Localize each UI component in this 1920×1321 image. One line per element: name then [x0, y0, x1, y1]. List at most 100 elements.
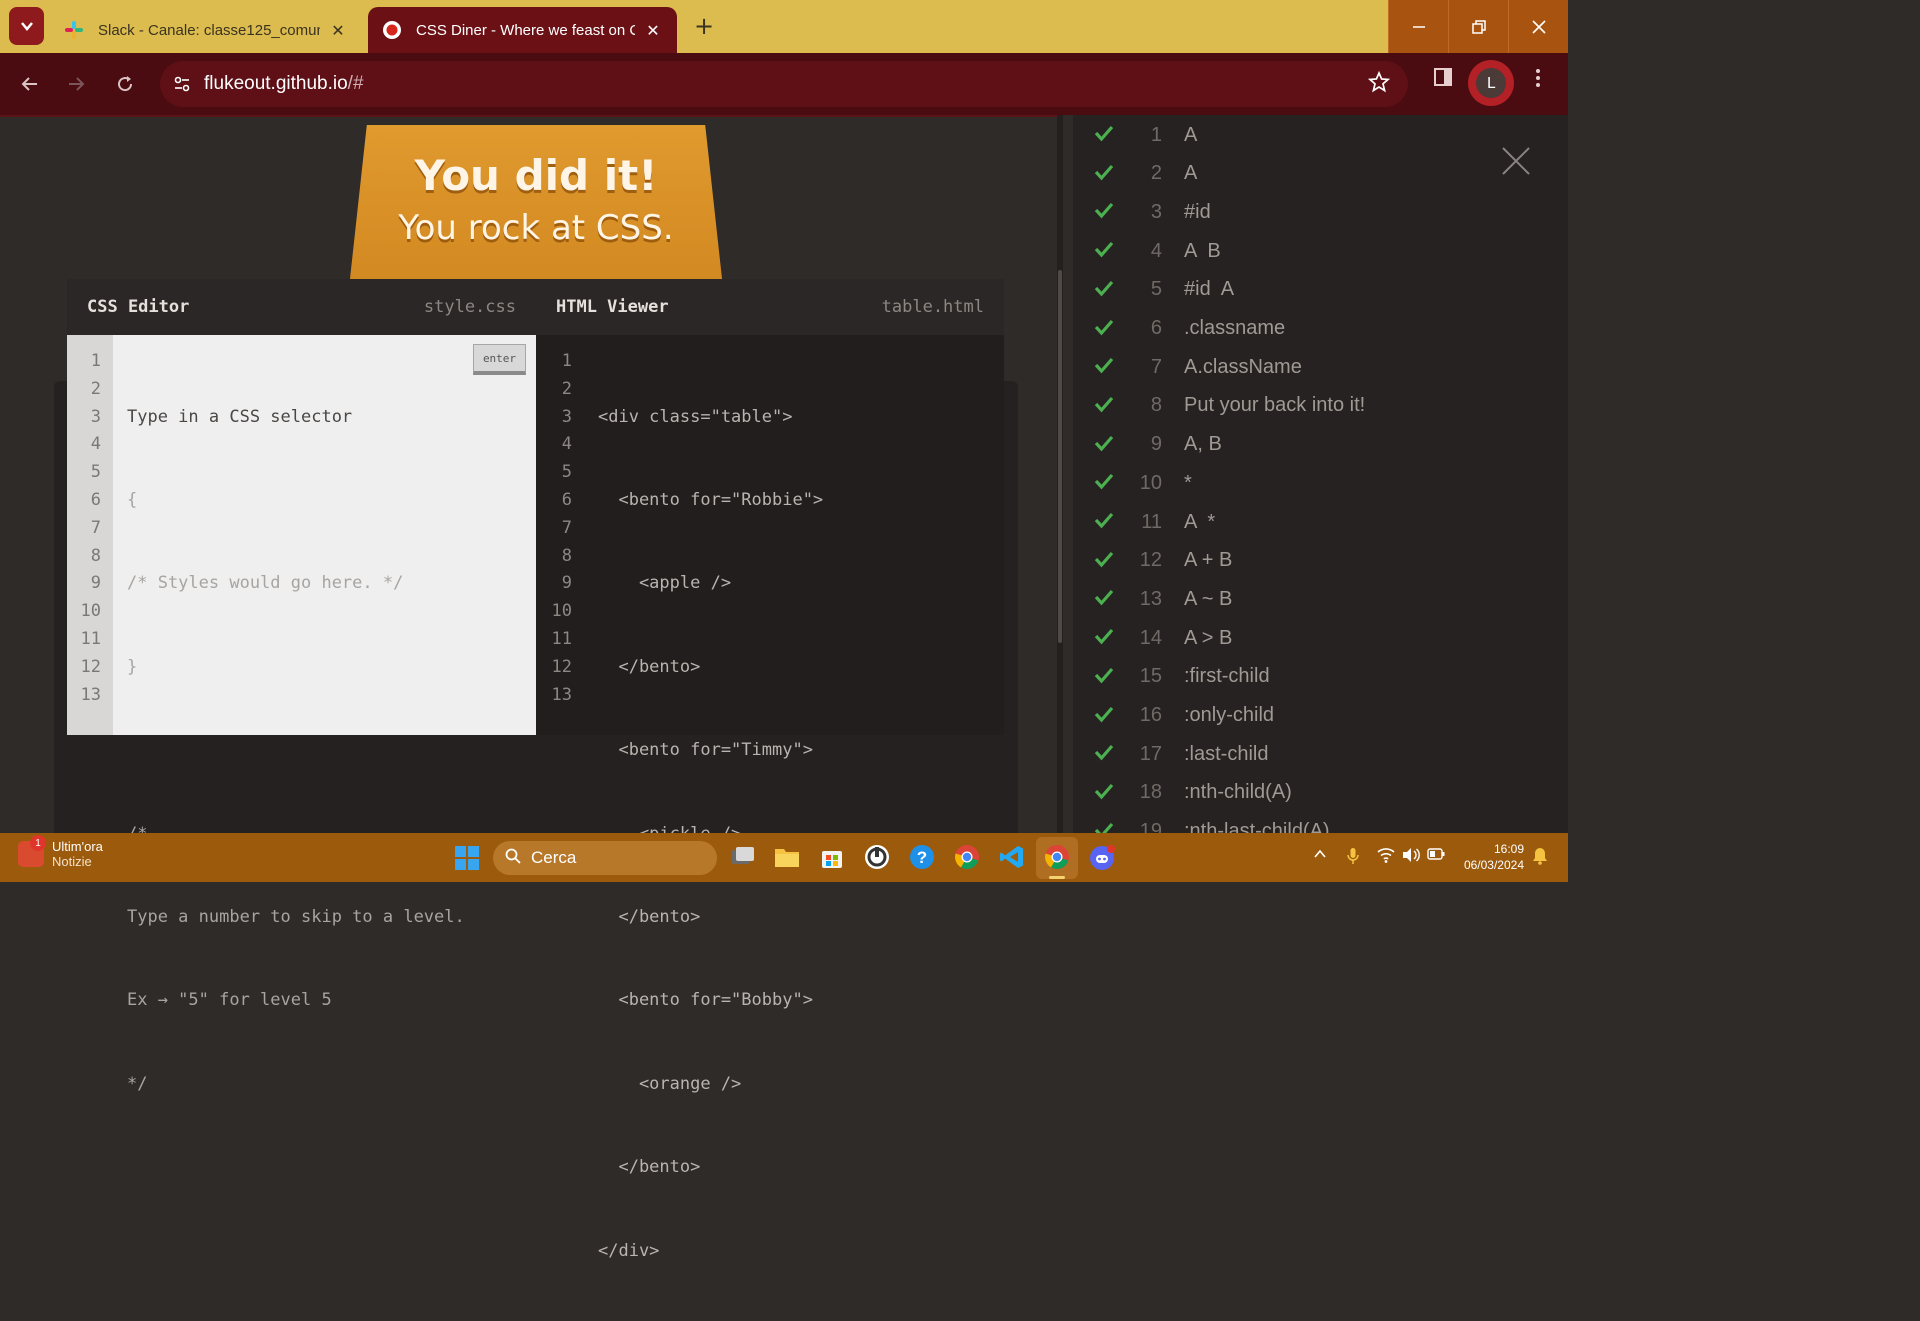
markup-line[interactable]: </div> — [598, 1238, 823, 1266]
vscode-icon[interactable] — [997, 842, 1027, 872]
discord-icon[interactable] — [1087, 842, 1117, 872]
page-scrollbar[interactable] — [1057, 115, 1063, 833]
level-item[interactable]: 9 A, B — [1094, 426, 1222, 464]
line-number: 3 — [561, 406, 572, 427]
taskbar-search[interactable]: Cerca — [493, 841, 717, 875]
line-number: 10 — [551, 601, 572, 622]
address-bar[interactable]: flukeout.github.io/# — [160, 61, 1408, 107]
new-tab-button[interactable]: + — [690, 11, 718, 41]
markup-line[interactable]: <apple /> — [598, 570, 823, 598]
level-item[interactable]: 7 A.className — [1094, 348, 1302, 386]
level-number: 10 — [1139, 471, 1162, 494]
level-selector: A ~ B — [1184, 587, 1233, 610]
html-viewer-filename: table.html — [881, 297, 984, 317]
level-item[interactable]: 4 A B — [1094, 232, 1221, 270]
kebab-menu-icon[interactable] — [1532, 67, 1544, 94]
markup-line[interactable]: <bento for="Bobby"> — [598, 987, 823, 1015]
markup-line[interactable]: </bento> — [598, 654, 823, 682]
level-selector: .classname — [1184, 317, 1286, 339]
level-item[interactable]: 13 A ~ B — [1094, 580, 1232, 618]
check-icon — [1094, 238, 1118, 264]
level-item[interactable]: 2A — [1094, 155, 1197, 193]
level-number: 18 — [1139, 781, 1162, 804]
level-selector: A.className — [1184, 355, 1302, 378]
line-number: 4 — [561, 434, 572, 455]
markup-line[interactable]: </bento> — [598, 904, 823, 932]
level-item[interactable]: 12 A + B — [1094, 542, 1232, 580]
markup-line[interactable]: </bento> — [598, 1154, 823, 1182]
level-selector: Put your back into it! — [1184, 394, 1366, 417]
tab-search-button[interactable] — [9, 7, 44, 45]
markup-line[interactable]: <orange /> — [598, 1071, 823, 1099]
markup-line[interactable]: <bento for="Timmy"> — [598, 737, 823, 765]
markup-line[interactable]: <div class="table"> — [598, 404, 823, 432]
line-number: 6 — [561, 489, 572, 510]
help-icon[interactable]: ? — [907, 842, 937, 872]
level-item[interactable]: 3 #id — [1094, 193, 1211, 231]
line-number: 1 — [90, 351, 101, 371]
level-item[interactable]: 1A — [1094, 116, 1197, 154]
reload-button[interactable] — [111, 70, 139, 98]
system-clock[interactable]: 16:09 06/03/2024 — [1452, 841, 1524, 873]
profile-avatar[interactable]: L — [1468, 60, 1514, 106]
close-icon — [1531, 19, 1546, 34]
css-input-area[interactable]: Type in a CSS selector { /* Styles would… — [113, 335, 536, 1094]
windows-start-icon[interactable] — [455, 846, 479, 870]
news-subtitle: Notizie — [52, 854, 92, 869]
file-explorer-icon[interactable] — [772, 842, 802, 872]
chevron-up-icon[interactable] — [1313, 847, 1327, 865]
wifi-icon[interactable] — [1377, 847, 1395, 867]
news-widget[interactable]: 1 Ultim'ora Notizie — [18, 835, 103, 869]
check-icon — [1094, 393, 1118, 419]
level-item[interactable]: 11 A * — [1094, 503, 1215, 541]
level-item[interactable]: 15:first-child — [1094, 658, 1270, 696]
volume-icon[interactable] — [1402, 847, 1420, 867]
level-number: 9 — [1150, 433, 1162, 456]
minimize-button[interactable] — [1388, 0, 1448, 53]
check-icon — [1094, 703, 1118, 729]
close-window-button[interactable] — [1508, 0, 1568, 53]
level-selector: :first-child — [1184, 665, 1270, 688]
level-item[interactable]: 17:last-child — [1094, 735, 1268, 773]
level-item[interactable]: 18:nth-child(A) — [1094, 774, 1292, 812]
level-item[interactable]: 8 Put your back into it! — [1094, 387, 1365, 425]
restore-button[interactable] — [1448, 0, 1508, 53]
check-icon — [1094, 354, 1118, 380]
level-selector: #id — [1184, 200, 1211, 223]
level-selector: A — [1184, 123, 1198, 146]
css-selector-placeholder[interactable]: Type in a CSS selector — [127, 404, 465, 432]
markup-line[interactable]: <bento for="Robbie"> — [598, 487, 823, 515]
url-text[interactable]: flukeout.github.io/# — [204, 73, 364, 95]
forward-button[interactable] — [62, 70, 90, 98]
store-icon[interactable] — [817, 842, 847, 872]
tab-close-icon[interactable]: ✕ — [328, 21, 348, 40]
level-item[interactable]: 14 A > B — [1094, 619, 1232, 657]
line-number: 9 — [561, 573, 572, 594]
scrollbar-thumb[interactable] — [1058, 270, 1062, 643]
microphone-icon[interactable] — [1347, 847, 1359, 869]
level-item[interactable]: 5 #id A — [1094, 271, 1234, 309]
app-circle-icon[interactable] — [862, 842, 892, 872]
css-editor-header: CSS Editor style.css — [67, 279, 536, 335]
bookmark-star-icon[interactable] — [1367, 70, 1391, 99]
battery-icon[interactable] — [1427, 847, 1445, 865]
site-settings-icon[interactable] — [160, 62, 204, 106]
tab-slack[interactable]: Slack - Canale: classe125_comunicazioni … — [50, 7, 362, 53]
chrome-icon[interactable] — [952, 842, 982, 872]
level-item[interactable]: 16:only-child — [1094, 697, 1274, 735]
enter-button[interactable]: enter — [473, 344, 526, 375]
task-view-icon[interactable] — [728, 842, 758, 872]
chrome-active-icon[interactable] — [1042, 842, 1072, 872]
level-selector: :last-child — [1184, 742, 1269, 765]
level-item[interactable]: 10 * — [1094, 464, 1192, 502]
side-panel-icon[interactable] — [1433, 67, 1453, 92]
levels-close-button[interactable] — [1500, 145, 1532, 177]
tab-close-icon[interactable]: ✕ — [643, 21, 663, 40]
browser-toolbar: flukeout.github.io/# — [0, 53, 1568, 115]
css-code[interactable]: Type in a CSS selector { /* Styles would… — [127, 348, 465, 1154]
level-item[interactable]: 6 .classname — [1094, 310, 1285, 348]
notification-bell-icon[interactable] — [1532, 847, 1548, 869]
back-button[interactable] — [16, 70, 44, 98]
tab-css-diner[interactable]: CSS Diner - Where we feast on CSS ✕ — [368, 7, 677, 53]
